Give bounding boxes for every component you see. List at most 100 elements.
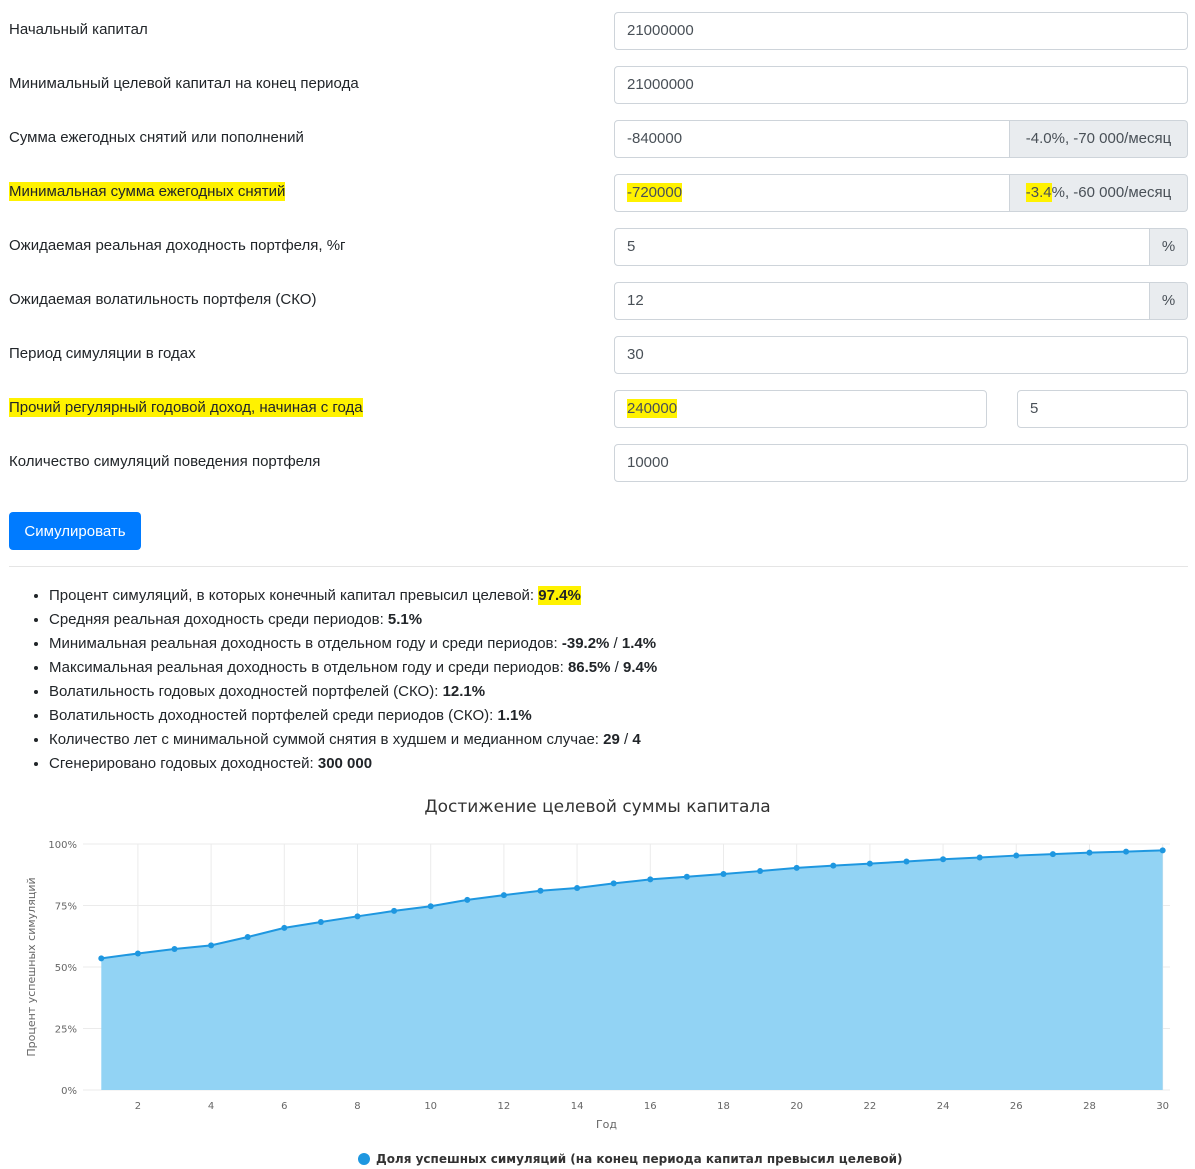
min-withdrawal-input[interactable]: -720000 — [614, 174, 1010, 212]
period-input[interactable]: 30 — [614, 336, 1188, 374]
data-point — [244, 933, 251, 940]
success-rate-value: 97.4% — [538, 586, 581, 605]
x-tick-label: 28 — [1083, 1101, 1096, 1112]
form-row-initial-capital: Начальный капитал 21000000 — [0, 10, 1195, 50]
target-capital-label: Минимальный целевой капитал на конец пер… — [9, 75, 359, 92]
series-area — [101, 850, 1163, 1090]
data-point — [317, 918, 324, 925]
data-point — [1086, 849, 1093, 856]
x-tick-label: 12 — [498, 1101, 511, 1112]
min-withdrawal-addon: -3.4%, -60 000/месяц — [1010, 174, 1188, 212]
expected-return-input[interactable]: 5 — [614, 228, 1150, 266]
y-tick-label: 0% — [61, 1086, 77, 1097]
y-axis-label: Процент успешных симуляций — [25, 877, 38, 1056]
initial-capital-label: Начальный капитал — [9, 21, 148, 38]
volatility-percent-addon: % — [1150, 282, 1188, 320]
x-tick-label: 8 — [354, 1101, 360, 1112]
x-tick-label: 6 — [281, 1101, 287, 1112]
data-point — [866, 860, 873, 867]
chart-legend[interactable]: Доля успешных симуляций (на конец период… — [358, 1152, 903, 1166]
form-row-volatility: Ожидаемая волатильность портфеля (СКО) 1… — [0, 280, 1195, 320]
data-point — [610, 880, 617, 887]
data-point — [1159, 847, 1166, 854]
data-point — [208, 942, 215, 949]
list-item: Волатильность доходностей портфелей сред… — [49, 704, 657, 728]
x-tick-label: 30 — [1156, 1101, 1169, 1112]
x-tick-label: 20 — [790, 1101, 803, 1112]
min-withdrawal-label: Минимальная сумма ежегодных снятий — [9, 182, 286, 201]
other-income-input[interactable]: 240000 — [614, 390, 987, 428]
y-tick-label: 75% — [55, 902, 77, 913]
y-tick-label: 25% — [55, 1025, 77, 1036]
initial-capital-input[interactable]: 21000000 — [614, 12, 1188, 50]
other-income-start-year-input[interactable]: 5 — [1017, 390, 1188, 428]
data-point — [537, 887, 544, 894]
y-tick-label: 50% — [55, 963, 77, 974]
data-point — [391, 907, 398, 914]
x-tick-label: 10 — [424, 1101, 437, 1112]
divider — [9, 566, 1188, 567]
data-point — [976, 854, 983, 861]
list-item: Средняя реальная доходность среди период… — [49, 608, 657, 632]
avg-return-value: 5.1% — [387, 611, 423, 628]
x-tick-label: 4 — [208, 1101, 214, 1112]
data-point — [281, 924, 288, 931]
data-point — [98, 955, 105, 962]
form-row-period: Период симуляции в годах 30 — [0, 334, 1195, 374]
x-tick-label: 18 — [717, 1101, 730, 1112]
form-row-annual-withdrawal: Сумма ежегодных снятий или пополнений -8… — [0, 118, 1195, 158]
data-point — [1013, 852, 1020, 859]
x-tick-label: 24 — [937, 1101, 950, 1112]
data-point — [903, 858, 910, 865]
x-tick-label: 14 — [571, 1101, 584, 1112]
data-point — [427, 903, 434, 910]
expected-return-label: Ожидаемая реальная доходность портфеля, … — [9, 237, 346, 254]
data-point — [171, 946, 178, 953]
x-tick-label: 16 — [644, 1101, 657, 1112]
period-label: Период симуляции в годах — [9, 345, 196, 362]
list-item: Волатильность годовых доходностей портфе… — [49, 680, 657, 704]
simulate-button[interactable]: Симулировать — [9, 512, 141, 550]
data-point — [757, 868, 764, 875]
other-income-value: 240000 — [627, 399, 678, 418]
volatility-label: Ожидаемая волатильность портфеля (СКО) — [9, 291, 317, 308]
target-capital-input[interactable]: 21000000 — [614, 66, 1188, 104]
form-row-target-capital: Минимальный целевой капитал на конец пер… — [0, 64, 1195, 104]
data-point — [793, 864, 800, 871]
data-point — [574, 885, 581, 892]
volatility-input[interactable]: 12 — [614, 282, 1150, 320]
x-tick-label: 2 — [135, 1101, 141, 1112]
min-withdrawal-addon-highlight: -3.4 — [1025, 183, 1052, 202]
data-point — [647, 876, 654, 883]
x-axis-label: Год — [596, 1118, 617, 1131]
annual-withdrawal-input[interactable]: -840000 — [614, 120, 1010, 158]
data-point — [940, 856, 947, 863]
data-point — [134, 950, 141, 957]
simulations-count-input[interactable]: 10000 — [614, 444, 1188, 482]
data-point — [464, 896, 471, 903]
chart-title: Достижение целевой суммы капитала — [424, 797, 771, 817]
results-list: Процент симуляций, в которых конечный ка… — [0, 584, 657, 776]
min-withdrawal-value: -720000 — [627, 183, 683, 202]
data-point — [1123, 848, 1130, 855]
list-item: Количество лет с минимальной суммой снят… — [49, 728, 657, 752]
form-row-other-income: Прочий регулярный годовой доход, начиная… — [0, 388, 1195, 428]
x-tick-label: 26 — [1010, 1101, 1023, 1112]
other-income-label: Прочий регулярный годовой доход, начиная… — [9, 398, 363, 417]
min-withdrawal-addon-rest: %, -60 000/месяц — [1051, 184, 1172, 201]
data-point — [354, 913, 361, 920]
legend-label: Доля успешных симуляций (на конец период… — [376, 1152, 903, 1166]
annual-withdrawal-addon: -4.0%, -70 000/месяц — [1010, 120, 1188, 158]
data-point — [500, 892, 507, 899]
list-item: Сгенерировано годовых доходностей: 300 0… — [49, 752, 657, 776]
data-point — [1049, 851, 1056, 858]
legend-marker-icon — [358, 1153, 370, 1165]
data-point — [720, 871, 727, 878]
list-item: Максимальная реальная доходность в отдел… — [49, 656, 657, 680]
simulations-count-label: Количество симуляций поведения портфеля — [9, 453, 321, 470]
expected-return-percent-addon: % — [1150, 228, 1188, 266]
data-point — [830, 862, 837, 869]
form-row-min-withdrawal: Минимальная сумма ежегодных снятий -7200… — [0, 172, 1195, 212]
success-rate-chart: 0%25%50%75%100%2 4 6 8 10 12 14 16 18 20 22 24 26 28 3… — [25, 840, 1170, 1131]
data-point — [683, 873, 690, 880]
